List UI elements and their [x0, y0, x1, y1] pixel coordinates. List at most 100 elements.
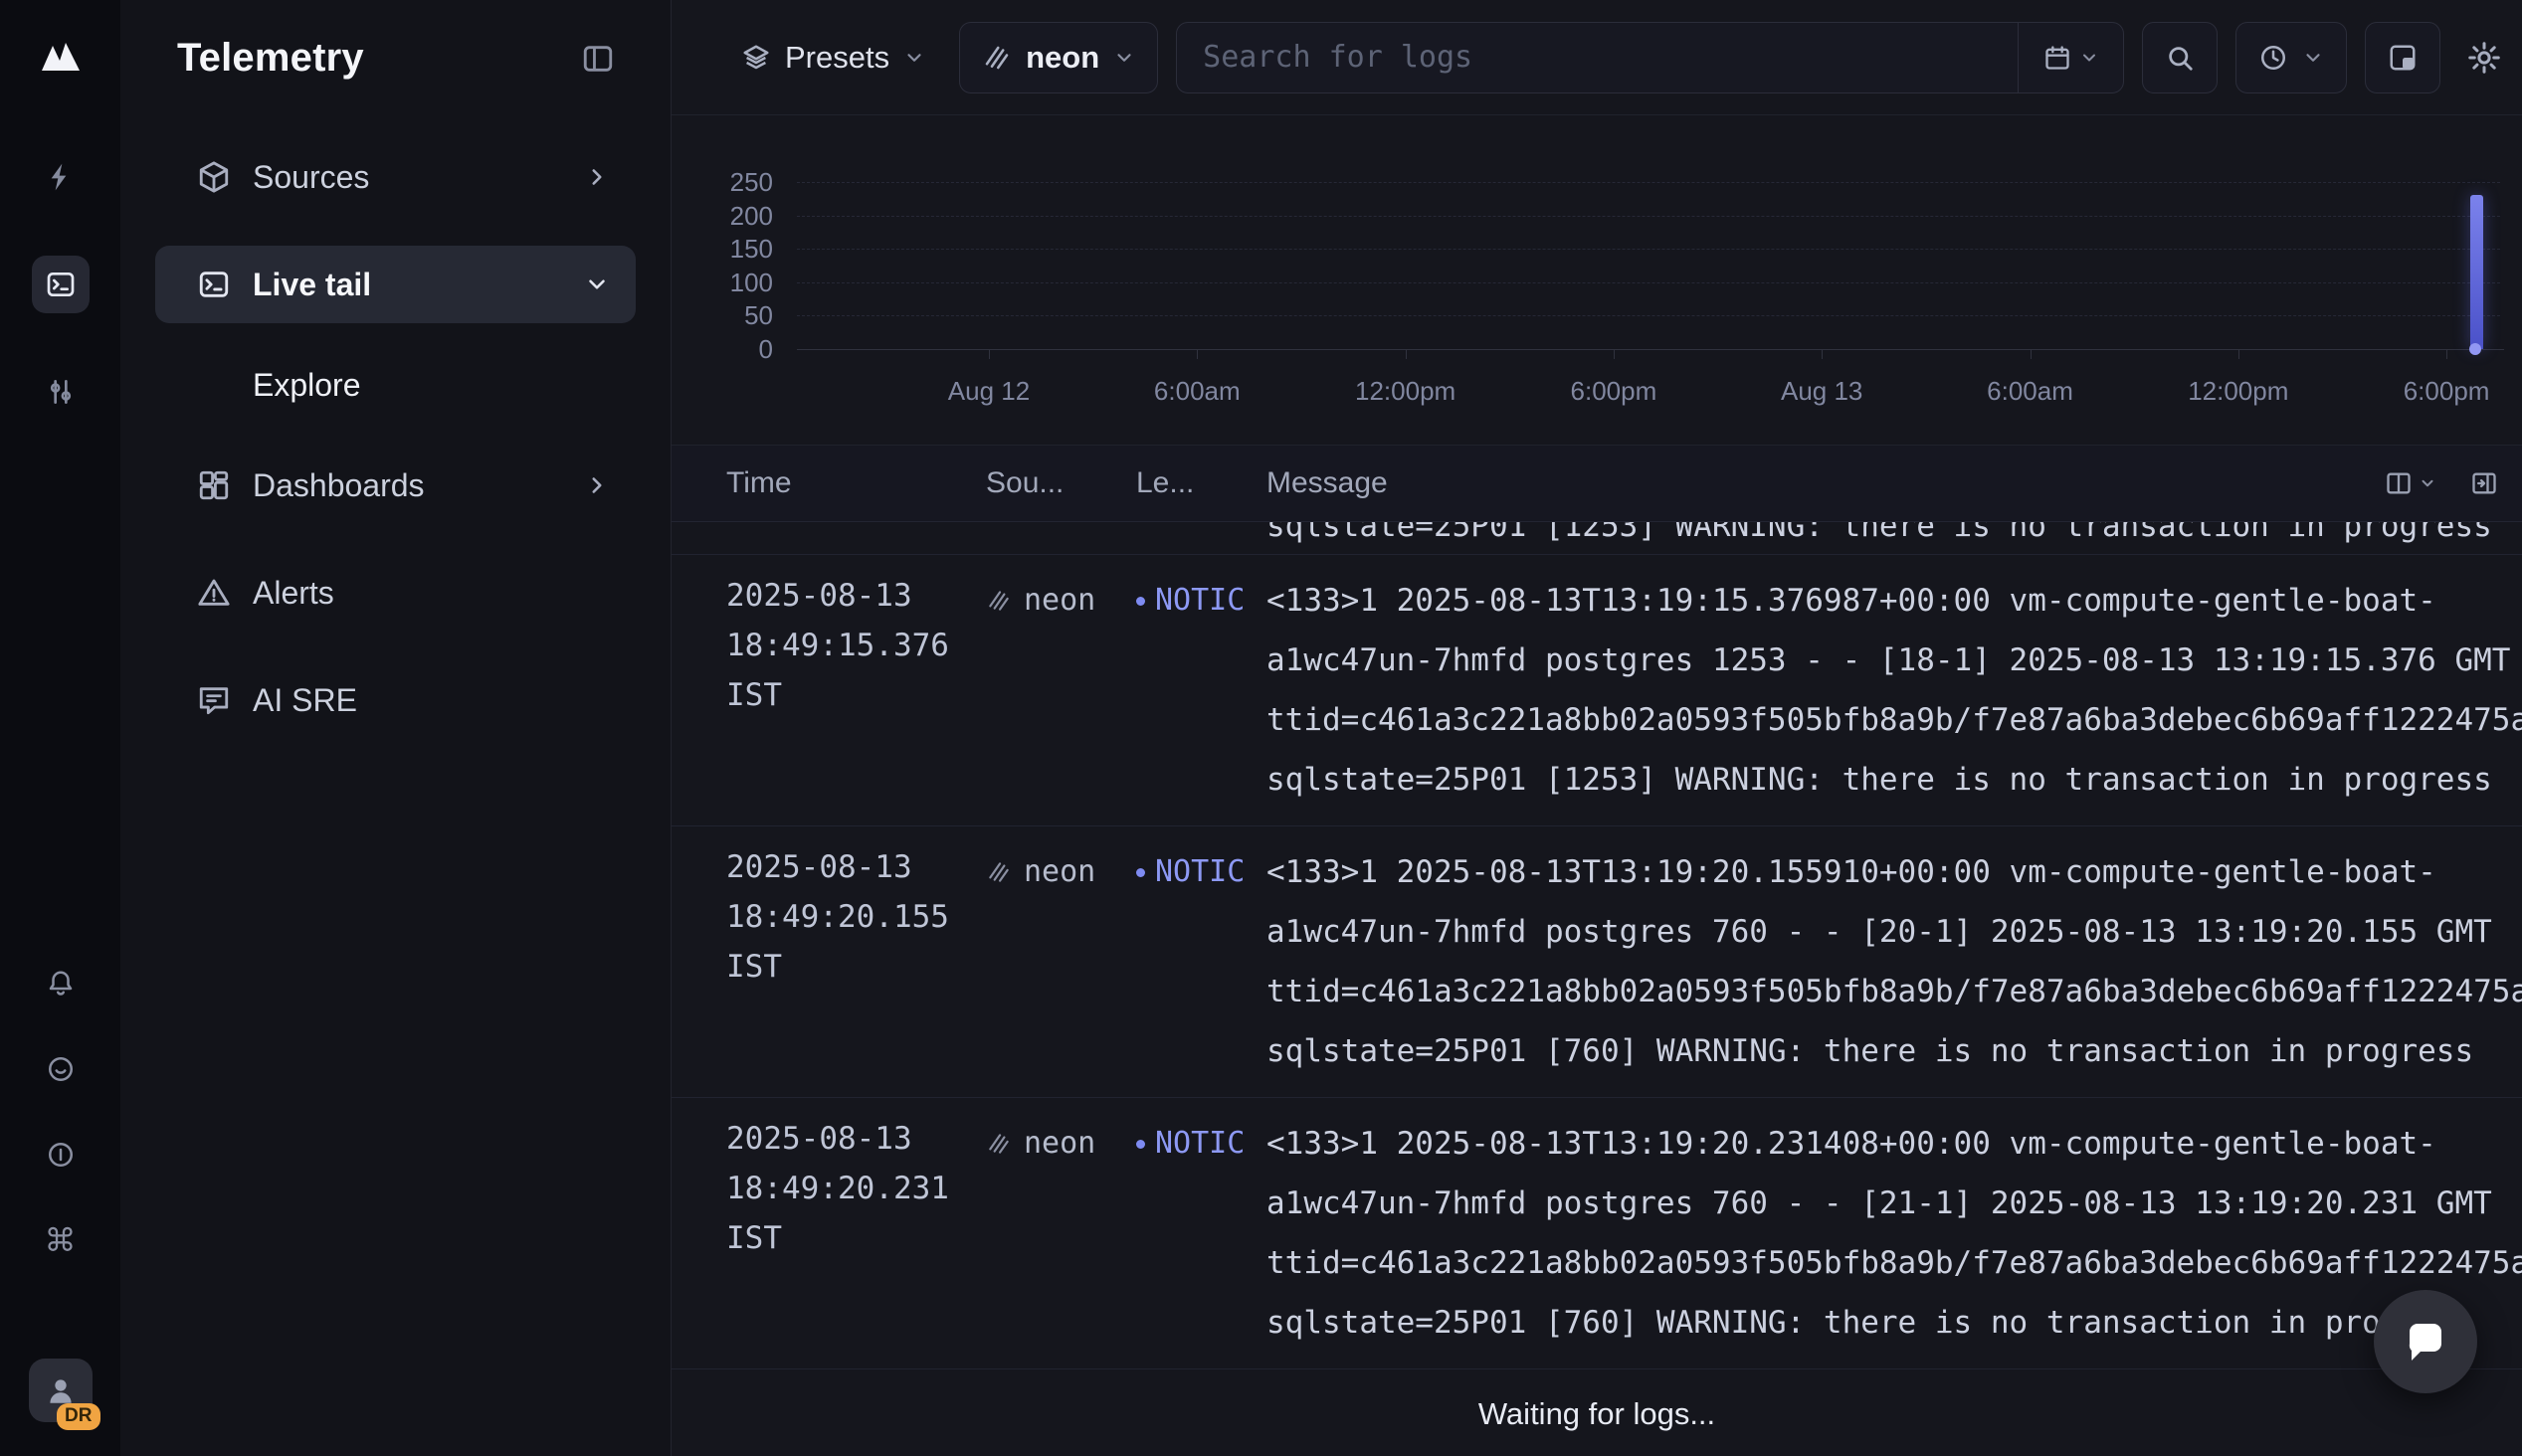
x-axis-tick: 12:00pm — [1355, 376, 1455, 406]
main-panel: Presets neon — [671, 0, 2522, 1456]
log-level: NOTIC — [1136, 1114, 1266, 1174]
info-button[interactable] — [38, 1132, 84, 1178]
notifications-button[interactable] — [38, 961, 84, 1006]
chevron-down-icon — [1113, 47, 1135, 69]
logs-stream-icon — [986, 571, 1012, 631]
presets-button[interactable]: Presets — [725, 22, 941, 93]
log-source: neon — [986, 842, 1136, 902]
log-count-bar — [2470, 195, 2483, 349]
expand-panel-icon — [2470, 469, 2498, 497]
settings-button[interactable] — [2458, 22, 2510, 93]
command-menu-button[interactable]: ⌘ — [38, 1217, 84, 1263]
x-axis-tickmark — [989, 350, 990, 359]
bar-base-dot — [2469, 343, 2481, 355]
log-row[interactable]: 2025-08-13 18:49:20.231 IST neon NOTIC <… — [672, 1098, 2522, 1369]
log-level-text: NOTIC — [1155, 1114, 1245, 1174]
log-table-header: Time Sou... Le... Message — [672, 446, 2522, 522]
sidebar-item-dashboards[interactable]: Dashboards — [155, 447, 636, 524]
rail-bottom: ⌘ DR — [29, 961, 93, 1422]
table-header-actions — [2385, 446, 2498, 521]
level-dot-icon — [1136, 868, 1145, 877]
rail-item-metrics[interactable] — [32, 363, 90, 421]
logs-stream-icon — [982, 43, 1012, 73]
calendar-icon — [2043, 44, 2071, 72]
x-axis-tickmark — [2031, 350, 2032, 359]
log-row-partial[interactable]: sqlstate=25P01 [1253] WARNING: there is … — [672, 522, 2522, 555]
chevron-right-icon — [584, 472, 610, 498]
rail-item-activity[interactable] — [32, 148, 90, 206]
y-axis-tick: 200 — [676, 201, 773, 231]
app-logo[interactable] — [37, 33, 85, 81]
sidebar-item-label: AI SRE — [253, 682, 357, 719]
feedback-button[interactable] — [38, 1046, 84, 1092]
chevron-right-icon — [584, 164, 610, 190]
x-axis-tickmark — [2446, 350, 2447, 359]
chat-smile-icon — [46, 1054, 76, 1084]
level-dot-icon — [1136, 597, 1145, 606]
log-message: <133>1 2025-08-13T13:19:20.231408+00:00 … — [1266, 1114, 2522, 1353]
column-header-time: Time — [726, 466, 986, 500]
sidebar-header: Telemetry — [120, 0, 671, 81]
expand-panel-button[interactable] — [2470, 469, 2498, 497]
search-icon — [2165, 43, 2195, 73]
add-to-dashboard-icon — [2388, 43, 2418, 73]
live-tail-icon — [45, 269, 77, 300]
x-axis-tick: 6:00am — [1987, 376, 2073, 406]
dashboard-grid-icon — [197, 468, 231, 502]
live-tail-icon — [197, 268, 231, 301]
cube-icon — [197, 160, 231, 194]
search-input[interactable] — [1177, 40, 2018, 75]
log-level-text: NOTIC — [1155, 842, 1245, 902]
log-message: <133>1 2025-08-13T13:19:15.376987+00:00 … — [1266, 571, 2522, 810]
sidebar-item-alerts[interactable]: Alerts — [155, 554, 636, 632]
sidebar-item-explore[interactable]: Explore — [155, 353, 636, 417]
user-avatar[interactable]: DR — [29, 1359, 93, 1422]
y-axis-tick: 100 — [676, 268, 773, 297]
log-level: NOTIC — [1136, 842, 1266, 902]
column-header-level: Le... — [1136, 466, 1266, 500]
log-rows: sqlstate=25P01 [1253] WARNING: there is … — [672, 522, 2522, 1372]
column-header-message: Message — [1266, 466, 2522, 500]
log-source: neon — [986, 1114, 1136, 1174]
rail-item-live-tail[interactable] — [32, 256, 90, 313]
lightning-icon — [45, 161, 77, 193]
level-dot-icon — [1136, 1140, 1145, 1149]
bell-icon — [46, 969, 76, 999]
log-row[interactable]: 2025-08-13 18:49:15.376 IST neon NOTIC <… — [672, 555, 2522, 826]
x-axis-tickmark — [1406, 350, 1407, 359]
log-level: NOTIC — [1136, 571, 1266, 631]
save-view-button[interactable] — [2365, 22, 2440, 93]
log-source-name: neon — [1024, 1114, 1095, 1174]
sidebar-nav: Sources Live tail Explore — [120, 138, 671, 739]
chevron-down-icon — [2302, 47, 2324, 69]
gear-icon — [2466, 40, 2502, 76]
log-source-name: neon — [1024, 571, 1095, 631]
x-axis-tickmark — [2238, 350, 2239, 359]
gridline — [797, 349, 2504, 350]
search-button[interactable] — [2142, 22, 2218, 93]
chat-launcher-button[interactable] — [2374, 1290, 2477, 1393]
collapse-sidebar-button[interactable] — [581, 42, 615, 76]
chat-bubble-icon — [2402, 1318, 2449, 1365]
log-source-name: neon — [1024, 842, 1095, 902]
sidebar-item-ai-sre[interactable]: AI SRE — [155, 661, 636, 739]
sidebar-item-sources[interactable]: Sources — [155, 138, 636, 216]
sidebar-subitem-label: Explore — [253, 367, 361, 404]
chevron-down-icon — [2079, 48, 2099, 68]
columns-settings-button[interactable] — [2385, 469, 2436, 497]
x-axis-tickmark — [1822, 350, 1823, 359]
sidebar-item-live-tail[interactable]: Live tail — [155, 246, 636, 323]
panel-collapse-icon — [581, 42, 615, 76]
chevron-down-icon — [584, 272, 610, 297]
page-title: Telemetry — [177, 36, 364, 81]
log-source: neon — [986, 571, 1136, 631]
layers-icon — [741, 43, 771, 73]
source-selector[interactable]: neon — [959, 22, 1158, 93]
x-axis-tickmark — [1197, 350, 1198, 359]
x-axis-tick: 6:00pm — [1571, 376, 1657, 406]
sidebar: Telemetry Sources Live — [120, 0, 671, 1456]
sidebar-item-label: Sources — [253, 159, 369, 196]
date-filter-button[interactable] — [2018, 23, 2123, 92]
time-range-button[interactable] — [2235, 22, 2347, 93]
log-row[interactable]: 2025-08-13 18:49:20.155 IST neon NOTIC <… — [672, 826, 2522, 1098]
